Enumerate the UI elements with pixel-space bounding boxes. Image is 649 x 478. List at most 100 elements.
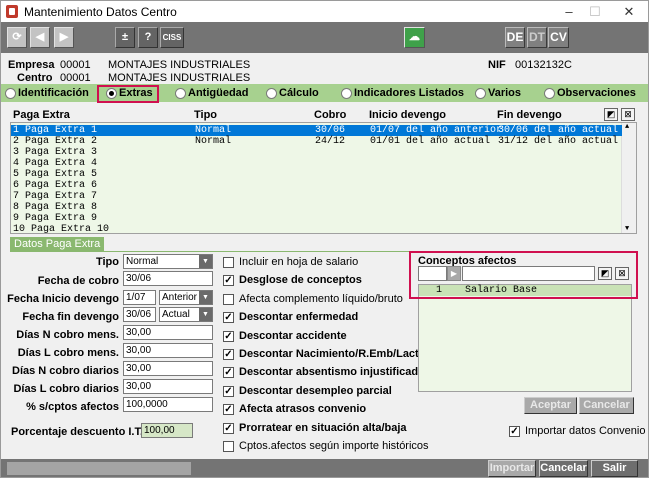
tab-varios[interactable]: Varios — [475, 85, 521, 101]
scroll-up-icon[interactable]: ▲ — [625, 123, 629, 131]
dias-n-diar-label: Días N cobro diarios — [12, 365, 119, 377]
checkbox-icon: ✓ — [223, 349, 234, 360]
table-row[interactable]: 3 Paga Extra 3 — [11, 147, 622, 158]
refresh-button[interactable]: ⟳ — [7, 27, 27, 48]
cancelar-conceptos-button[interactable]: Cancelar — [579, 397, 634, 414]
de-button[interactable]: DE — [505, 27, 525, 48]
arrow-left-icon: ◀ — [35, 31, 45, 43]
inicio-devengo-select[interactable]: Anterior ▼ — [159, 290, 213, 305]
tab-indicadores-listados[interactable]: Indicadores Listados — [341, 85, 464, 101]
option-checkbox[interactable]: ✓ Descontar accidente — [223, 330, 347, 343]
table-row[interactable]: 4 Paga Extra 4 — [11, 158, 622, 169]
table-row[interactable]: 7 Paga Extra 7 — [11, 191, 622, 202]
cv-button[interactable]: CV — [548, 27, 569, 48]
close-icon[interactable]: ✕ — [618, 3, 640, 20]
fin-devengo-input[interactable]: 30/06 — [123, 307, 156, 322]
title-bar: Mantenimiento Datos Centro – ☐ ✕ — [1, 1, 648, 22]
table-cell: 3 Paga Extra 3 — [13, 147, 98, 158]
cloud-upload-button[interactable]: ☁ — [404, 27, 425, 48]
status-bar: Importar Cancelar Salir — [1, 459, 648, 477]
tipo-select[interactable]: Normal ▼ — [123, 254, 213, 269]
clear-grid-button[interactable]: ⊠ — [621, 108, 635, 121]
help-button[interactable]: ? — [138, 27, 158, 48]
table-row[interactable]: 1 Paga Extra 1 Normal 30/06 01/07 del año a… — [11, 125, 622, 136]
option-checkbox[interactable]: Cptos.afectos según importe históricos — [223, 440, 429, 453]
table-row[interactable]: 5 Paga Extra 5 — [11, 169, 622, 180]
tab-observaciones[interactable]: Observaciones — [544, 85, 636, 101]
table-row[interactable]: 10 Paga Extra 10 — [11, 224, 622, 233]
checkbox-label: Desglose de conceptos — [239, 274, 362, 287]
edit-grid-button[interactable]: ◩ — [604, 108, 618, 121]
centro-code: 00001 — [60, 72, 91, 84]
table-cell: 1 Paga Extra 1 — [13, 125, 98, 136]
empresa-code: 00001 — [60, 59, 91, 71]
option-checkbox[interactable]: ✓ Desglose de conceptos — [223, 274, 362, 287]
importar-button[interactable]: Importar — [488, 460, 536, 477]
chevron-down-icon: ▼ — [199, 308, 212, 321]
importar-convenio-checkbox[interactable]: ✓ Importar datos Convenio — [509, 425, 645, 438]
table-cell: 30/06 — [315, 125, 346, 136]
tipo-label: Tipo — [95, 256, 119, 268]
dt-button[interactable]: DT — [527, 27, 547, 48]
highlight-conceptos — [409, 251, 638, 299]
table-row[interactable]: 8 Paga Extra 8 — [11, 202, 622, 213]
dias-l-mens-input[interactable]: 30,00 — [123, 343, 213, 358]
option-checkbox[interactable]: ✓ Descontar enfermedad — [223, 311, 358, 324]
checkbox-icon: ✓ — [223, 404, 234, 416]
table-cell: 6 Paga Extra 6 — [13, 180, 98, 191]
list-scrollbar[interactable]: ▲ ▼ — [621, 123, 636, 233]
pct-cptos-label: % s/cptos afectos — [26, 401, 119, 413]
table-cell: 8 Paga Extra 8 — [13, 202, 98, 213]
inicio-devengo-input[interactable]: 1/07 — [123, 290, 156, 305]
inicio-option: Anterior — [162, 292, 198, 303]
table-row[interactable]: 9 Paga Extra 9 — [11, 213, 622, 224]
checkbox-icon: ✓ — [223, 330, 234, 342]
inicio-devengo-label: Fecha Inicio devengo — [7, 293, 119, 305]
fecha-cobro-input[interactable]: 30/06 — [123, 271, 213, 286]
table-row[interactable]: 2 Paga Extra 2 Normal 24/12 01/01 del año a… — [11, 136, 622, 147]
tab-identificacion[interactable]: Identificación — [5, 85, 89, 101]
porc-it-input[interactable]: 100,00 — [141, 423, 193, 438]
checkbox-icon: ✓ — [223, 385, 234, 397]
plus-minus-button[interactable]: ± — [115, 27, 135, 48]
table-cell: 7 Paga Extra 7 — [13, 191, 98, 202]
ciss-button[interactable]: CISS — [160, 27, 184, 48]
cancelar-button[interactable]: Cancelar — [539, 460, 588, 477]
dias-l-diar-label: Días L cobro diarios — [13, 383, 119, 395]
checkbox-label: Descontar desempleo parcial — [239, 384, 392, 397]
dias-n-mens-input[interactable]: 30,00 — [123, 325, 213, 340]
scroll-down-icon[interactable]: ▼ — [625, 225, 629, 233]
pct-cptos-input[interactable]: 100,0000 — [123, 397, 213, 412]
arrow-right-icon: ▶ — [59, 31, 69, 43]
paga-extra-list[interactable]: ▲ ▼ 1 Paga Extra 1 Normal 30/06 01/07 del a… — [10, 122, 637, 234]
option-checkbox[interactable]: ✓ Afecta atrasos convenio — [223, 403, 366, 416]
minimize-icon[interactable]: – — [558, 3, 580, 20]
next-button[interactable]: ▶ — [54, 27, 74, 48]
fin-devengo-select[interactable]: Actual ▼ — [159, 307, 213, 322]
checkbox-icon: ✓ — [223, 312, 234, 324]
dias-l-diar-input[interactable]: 30,00 — [123, 379, 213, 394]
centro-label: Centro — [17, 72, 53, 84]
option-checkbox[interactable]: ✓ Descontar Nacimiento/R.Emb/Lact — [223, 348, 419, 361]
tab-antiguedad[interactable]: Antigüedad — [175, 85, 249, 101]
checkbox-label: Cptos.afectos según importe históricos — [239, 440, 429, 452]
maximize-icon[interactable]: ☐ — [584, 3, 606, 20]
option-checkbox[interactable]: ✓ Descontar absentismo injustificado — [223, 366, 425, 379]
empresa-name: MONTAJES INDUSTRIALES — [108, 59, 251, 71]
option-checkbox[interactable]: ✓ Prorratear en situación alta/baja — [223, 422, 407, 435]
tab-calculo[interactable]: Cálculo — [266, 85, 319, 101]
conceptos-list[interactable]: 1 Salario Base — [418, 284, 632, 392]
aceptar-button[interactable]: Aceptar — [524, 397, 577, 414]
progress-bar — [7, 462, 191, 475]
fecha-cobro-label: Fecha de cobro — [37, 275, 119, 287]
option-checkbox[interactable]: Incluir en hoja de salario — [223, 256, 358, 269]
option-checkbox[interactable]: Afecta complemento líquido/bruto — [223, 293, 403, 306]
option-checkbox[interactable]: ✓ Descontar desempleo parcial — [223, 385, 392, 398]
checkbox-label: Descontar absentismo injustificado — [239, 366, 425, 379]
table-row[interactable]: 6 Paga Extra 6 — [11, 180, 622, 191]
col-fin-devengo: Fin devengo — [497, 109, 562, 121]
dias-n-diar-input[interactable]: 30,00 — [123, 361, 213, 376]
salir-button[interactable]: Salir — [591, 460, 638, 477]
previous-button[interactable]: ◀ — [30, 27, 50, 48]
table-cell: 9 Paga Extra 9 — [13, 213, 98, 224]
